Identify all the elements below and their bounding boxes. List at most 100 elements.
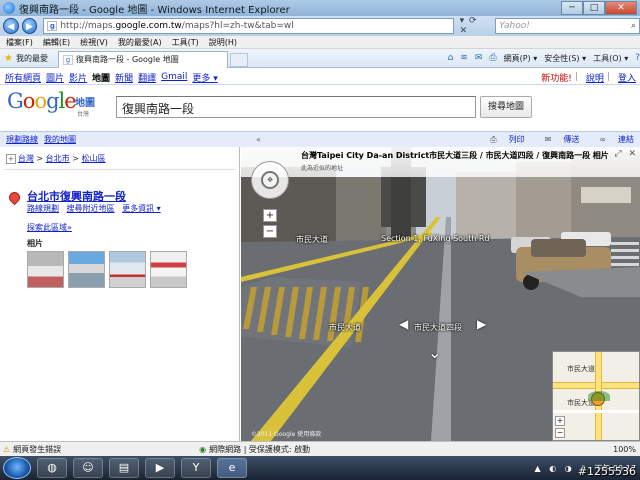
command-bar: ⌂ ≋ ✉ ⎙ 網頁(P) ▾ 安全性(S) ▾ 工具(O) ▾ ?: [441, 53, 640, 64]
breadcrumb-taiwan[interactable]: 台灣: [18, 154, 34, 163]
print-icon[interactable]: ⎙: [489, 53, 496, 63]
menu-tools[interactable]: 工具(T): [172, 37, 199, 48]
search-nearby-action[interactable]: 搜尋附近地區: [67, 204, 115, 213]
tab-title: 復興南路一段 - Google 地圖: [75, 55, 179, 64]
menu-bar: 檔案(F) 編輯(E) 檢視(V) 我的最愛(A) 工具(T) 說明(H): [0, 36, 640, 49]
move-right-arrow-icon[interactable]: ▶: [477, 317, 486, 331]
close-button[interactable]: ✕: [605, 1, 637, 15]
photo-thumbnail[interactable]: [27, 251, 64, 288]
search-maps-button[interactable]: 搜尋地圖: [480, 96, 532, 118]
explorer-folder-icon[interactable]: ▤: [109, 458, 139, 478]
link-button[interactable]: ∞ 連結: [589, 134, 634, 145]
zoom-control: + −: [263, 209, 277, 239]
forward-button[interactable]: ▶: [21, 18, 38, 34]
menu-favorites[interactable]: 我的最愛(A): [118, 37, 162, 48]
media-player-icon[interactable]: ▶: [145, 458, 175, 478]
close-icon[interactable]: ✕: [628, 149, 636, 159]
photo-thumbnail[interactable]: [68, 251, 105, 288]
ie-logo-icon: [3, 2, 15, 14]
compass-icon[interactable]: ✥: [261, 171, 279, 189]
tools-menu[interactable]: 工具(O) ▾: [593, 53, 628, 64]
login-link[interactable]: 登入: [618, 71, 636, 84]
firefox-icon[interactable]: ◍: [37, 458, 67, 478]
nav-maps: 地圖: [92, 73, 111, 84]
help-link[interactable]: 說明: [586, 71, 604, 84]
safety-menu[interactable]: 安全性(S) ▾: [544, 53, 586, 64]
menu-view[interactable]: 檢視(V): [80, 37, 108, 48]
fullscreen-icon[interactable]: ⤢: [614, 149, 621, 159]
zoom-out-button[interactable]: −: [263, 225, 277, 238]
address-tools[interactable]: ▾ ⟳ ✕: [460, 16, 490, 36]
nav-gmail[interactable]: Gmail: [161, 72, 187, 82]
yahoo-messenger-icon[interactable]: Y: [181, 458, 211, 478]
street-view-header: 台灣Taipei City Da-an District市民大道三段 / 市民大…: [241, 147, 640, 177]
internet-explorer-icon[interactable]: e: [217, 458, 247, 478]
back-button[interactable]: ◀: [3, 18, 19, 34]
security-zone[interactable]: ◉ 網際網路 | 受保護模式: 啟動: [199, 444, 310, 455]
menu-edit[interactable]: 編輯(E): [43, 37, 70, 48]
menu-help[interactable]: 說明(H): [209, 37, 237, 48]
browser-search-input[interactable]: Yahoo! ⌕: [495, 18, 640, 34]
home-icon[interactable]: ⌂: [448, 53, 454, 63]
warning-icon[interactable]: ⚠: [3, 445, 10, 454]
new-tab-button[interactable]: [229, 52, 248, 67]
zoom-level[interactable]: 100%: [613, 445, 636, 454]
road-label: Section 1, FuXing South Rd: [381, 234, 490, 243]
messenger-icon[interactable]: ☺: [73, 458, 103, 478]
explore-area-link[interactable]: 探索此區域»: [27, 222, 72, 233]
google-nav-links: 所有網頁 圖片 影片 地圖 新聞 翻譯 Gmail 更多 ▾ 新功能! | 說明…: [0, 70, 640, 85]
mail-icon[interactable]: ✉: [475, 53, 483, 63]
nav-news[interactable]: 新聞: [115, 71, 133, 84]
tab-favicon-icon: g: [62, 54, 73, 65]
maps-search-input[interactable]: 復興南路一段: [116, 96, 476, 118]
menu-file[interactable]: 檔案(F): [6, 37, 33, 48]
my-maps-link[interactable]: 我的地圖: [44, 134, 76, 145]
collapse-panel-button[interactable]: «: [256, 135, 261, 144]
minimap-zoom-out-button[interactable]: −: [555, 428, 565, 438]
zoom-in-button[interactable]: +: [263, 209, 277, 222]
globe-icon: ◉: [199, 444, 207, 454]
mini-map[interactable]: 市民大道 市民大道 + −: [552, 351, 640, 441]
url-input[interactable]: g http://maps.google.com.tw/maps?hl=zh-t…: [43, 18, 454, 34]
minimap-zoom-in-button[interactable]: +: [555, 416, 565, 426]
help-icon[interactable]: ?: [635, 53, 640, 63]
status-text[interactable]: 網頁發生錯誤: [13, 444, 61, 455]
move-back-arrow-icon[interactable]: ⌄: [428, 343, 441, 362]
nav-all-web[interactable]: 所有網頁: [5, 71, 41, 84]
google-maps-logo[interactable]: Google 地圖 台灣: [7, 90, 117, 122]
start-button[interactable]: [3, 457, 31, 479]
nav-translate[interactable]: 翻譯: [138, 71, 156, 84]
favorites-bar: ★ 我的最愛 g 復興南路一段 - Google 地圖 ⌂ ≋ ✉ ⎙ 網頁(P…: [0, 49, 640, 68]
move-left-arrow-icon[interactable]: ◀: [399, 317, 408, 331]
maximize-button[interactable]: □: [583, 1, 605, 15]
product-name: 地圖: [75, 98, 95, 109]
photos-heading: 相片: [27, 239, 43, 248]
nav-videos[interactable]: 影片: [69, 71, 87, 84]
photo-thumbnail[interactable]: [150, 251, 187, 288]
favorites-button[interactable]: 我的最愛: [16, 53, 48, 64]
directions-action[interactable]: 路線規劃: [27, 204, 59, 213]
map-pin-icon[interactable]: [6, 189, 23, 208]
nav-more[interactable]: 更多 ▾: [192, 71, 217, 84]
minimize-button[interactable]: ─: [561, 1, 583, 15]
browser-tab[interactable]: g 復興南路一段 - Google 地圖: [57, 50, 228, 68]
favorites-star-icon[interactable]: ★: [4, 53, 13, 64]
place-title[interactable]: 台北市復興南路一段: [27, 188, 126, 204]
photo-thumbnail[interactable]: [109, 251, 146, 288]
breadcrumb-taipei[interactable]: 台北市: [46, 154, 70, 163]
pegman-icon[interactable]: [588, 391, 610, 406]
new-features-link[interactable]: 新功能!: [541, 71, 572, 84]
breadcrumb-songshan[interactable]: 松山區: [81, 154, 105, 163]
nav-images[interactable]: 圖片: [46, 71, 64, 84]
send-button[interactable]: ✉ 傳送: [535, 134, 580, 145]
feeds-icon[interactable]: ≋: [460, 53, 468, 63]
directions-link[interactable]: 規劃路線: [6, 134, 38, 145]
more-info-action[interactable]: 更多資訊 ▾: [122, 204, 161, 213]
search-icon[interactable]: ⌕: [631, 21, 636, 31]
navigation-control[interactable]: ✥: [251, 161, 289, 199]
street-view-panorama[interactable]: 台灣Taipei City Da-an District市民大道三段 / 市民大…: [241, 147, 640, 441]
site-favicon-icon: g: [47, 21, 58, 31]
expand-icon[interactable]: +: [6, 154, 16, 164]
print-button[interactable]: ⎙ 列印: [480, 134, 524, 145]
page-menu[interactable]: 網頁(P) ▾: [504, 53, 538, 64]
